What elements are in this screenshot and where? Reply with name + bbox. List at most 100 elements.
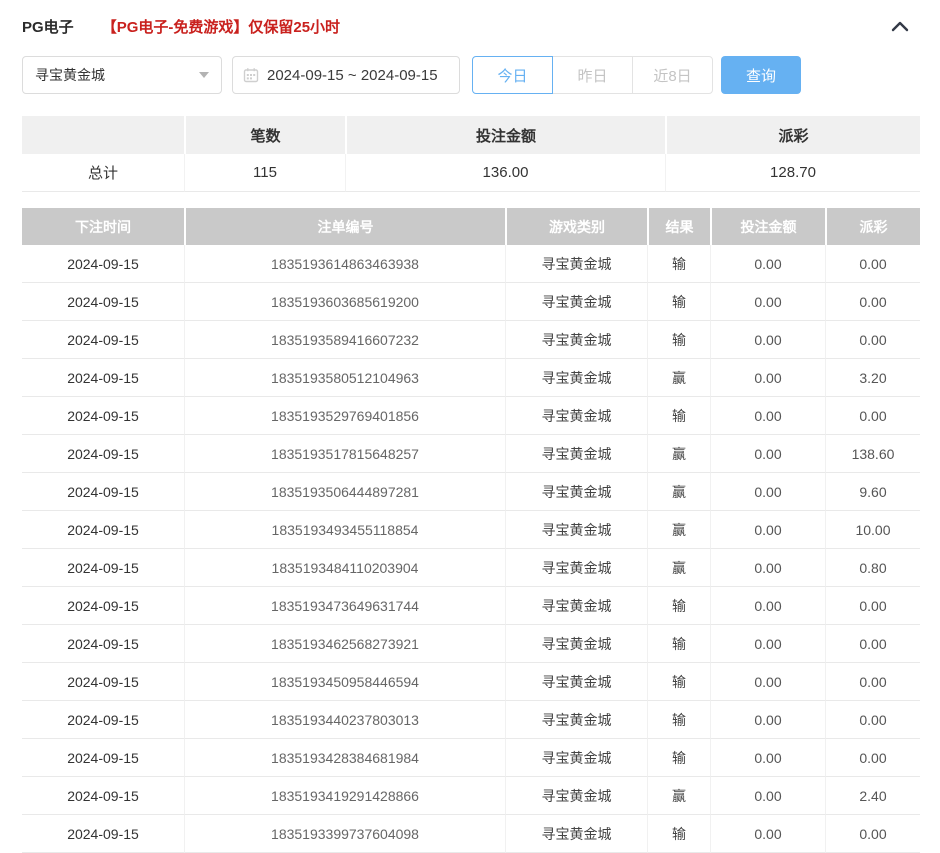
cell-bet-amount: 0.00 — [710, 473, 825, 511]
col-bet-amount: 投注金额 — [710, 208, 825, 245]
cell-bet-amount: 0.00 — [710, 511, 825, 549]
cell-bet-amount: 0.00 — [710, 435, 825, 473]
table-row: 2024-09-15 1835193603685619200 寻宝黄金城 输 0… — [22, 283, 920, 321]
summary-col-count: 笔数 — [184, 116, 345, 154]
cell-order-id: 1835193493455118854 — [184, 511, 505, 549]
summary-total-row: 总计 115 136.00 128.70 — [22, 154, 920, 192]
cell-order-id: 1835193419291428866 — [184, 777, 505, 815]
cell-bet-amount: 0.00 — [710, 777, 825, 815]
today-button[interactable]: 今日 — [472, 56, 553, 94]
table-row: 2024-09-15 1835193580512104963 寻宝黄金城 赢 0… — [22, 359, 920, 397]
cell-result: 输 — [647, 245, 710, 283]
query-button[interactable]: 查询 — [721, 56, 801, 94]
cell-bet-amount: 0.00 — [710, 359, 825, 397]
table-row: 2024-09-15 1835193614863463938 寻宝黄金城 输 0… — [22, 245, 920, 283]
col-payout: 派彩 — [825, 208, 920, 245]
cell-game-type: 寻宝黄金城 — [505, 473, 647, 511]
cell-bet-amount: 0.00 — [710, 549, 825, 587]
cell-bet-amount: 0.00 — [710, 587, 825, 625]
cell-payout: 0.00 — [825, 739, 920, 777]
cell-bet-time: 2024-09-15 — [22, 739, 184, 777]
cell-bet-time: 2024-09-15 — [22, 777, 184, 815]
cell-payout: 0.80 — [825, 549, 920, 587]
cell-payout: 0.00 — [825, 663, 920, 701]
bet-table-body: 2024-09-15 1835193614863463938 寻宝黄金城 输 0… — [22, 245, 920, 853]
cell-bet-amount: 0.00 — [710, 245, 825, 283]
cell-bet-amount: 0.00 — [710, 815, 825, 853]
table-row: 2024-09-15 1835193517815648257 寻宝黄金城 赢 0… — [22, 435, 920, 473]
cell-bet-time: 2024-09-15 — [22, 587, 184, 625]
cell-order-id: 1835193440237803013 — [184, 701, 505, 739]
cell-order-id: 1835193580512104963 — [184, 359, 505, 397]
cell-result: 赢 — [647, 777, 710, 815]
cell-game-type: 寻宝黄金城 — [505, 511, 647, 549]
col-result: 结果 — [647, 208, 710, 245]
cell-game-type: 寻宝黄金城 — [505, 815, 647, 853]
cell-game-type: 寻宝黄金城 — [505, 549, 647, 587]
date-range-input[interactable]: 2024-09-15 ~ 2024-09-15 — [232, 56, 460, 94]
summary-total-bet-amount: 136.00 — [345, 154, 665, 192]
table-row: 2024-09-15 1835193473649631744 寻宝黄金城 输 0… — [22, 587, 920, 625]
collapse-button[interactable] — [888, 14, 912, 38]
table-row: 2024-09-15 1835193462568273921 寻宝黄金城 输 0… — [22, 625, 920, 663]
table-row: 2024-09-15 1835193506444897281 寻宝黄金城 赢 0… — [22, 473, 920, 511]
table-row: 2024-09-15 1835193484110203904 寻宝黄金城 赢 0… — [22, 549, 920, 587]
cell-payout: 0.00 — [825, 625, 920, 663]
game-select[interactable]: 寻宝黄金城 — [22, 56, 222, 94]
cell-result: 输 — [647, 397, 710, 435]
cell-result: 输 — [647, 283, 710, 321]
summary-total-payout: 128.70 — [665, 154, 920, 192]
cell-game-type: 寻宝黄金城 — [505, 587, 647, 625]
cell-payout: 0.00 — [825, 397, 920, 435]
cell-order-id: 1835193517815648257 — [184, 435, 505, 473]
summary-total-label: 总计 — [22, 154, 184, 192]
cell-payout: 0.00 — [825, 283, 920, 321]
table-row: 2024-09-15 1835193440237803013 寻宝黄金城 输 0… — [22, 701, 920, 739]
table-row: 2024-09-15 1835193428384681984 寻宝黄金城 输 0… — [22, 739, 920, 777]
titlebar: PG电子 【PG电子-免费游戏】仅保留25小时 — [22, 0, 920, 36]
cell-game-type: 寻宝黄金城 — [505, 739, 647, 777]
summary-col-bet-amount: 投注金额 — [345, 116, 665, 154]
cell-game-type: 寻宝黄金城 — [505, 701, 647, 739]
cell-result: 输 — [647, 321, 710, 359]
yesterday-button[interactable]: 昨日 — [552, 56, 633, 94]
table-row: 2024-09-15 1835193493455118854 寻宝黄金城 赢 0… — [22, 511, 920, 549]
cell-result: 输 — [647, 815, 710, 853]
last-8-days-button[interactable]: 近8日 — [632, 56, 713, 94]
cell-order-id: 1835193450958446594 — [184, 663, 505, 701]
cell-bet-time: 2024-09-15 — [22, 815, 184, 853]
summary-table: 笔数 投注金额 派彩 总计 115 136.00 128.70 — [22, 116, 920, 192]
cell-bet-amount: 0.00 — [710, 739, 825, 777]
cell-bet-amount: 0.00 — [710, 701, 825, 739]
cell-result: 输 — [647, 587, 710, 625]
cell-game-type: 寻宝黄金城 — [505, 283, 647, 321]
cell-game-type: 寻宝黄金城 — [505, 245, 647, 283]
cell-bet-amount: 0.00 — [710, 283, 825, 321]
cell-payout: 0.00 — [825, 245, 920, 283]
cell-game-type: 寻宝黄金城 — [505, 435, 647, 473]
cell-payout: 0.00 — [825, 815, 920, 853]
table-row: 2024-09-15 1835193399737604098 寻宝黄金城 输 0… — [22, 815, 920, 853]
cell-bet-time: 2024-09-15 — [22, 701, 184, 739]
cell-bet-amount: 0.00 — [710, 663, 825, 701]
cell-result: 赢 — [647, 435, 710, 473]
cell-bet-amount: 0.00 — [710, 397, 825, 435]
cell-bet-time: 2024-09-15 — [22, 283, 184, 321]
summary-total-count: 115 — [184, 154, 345, 192]
cell-order-id: 1835193399737604098 — [184, 815, 505, 853]
table-row: 2024-09-15 1835193529769401856 寻宝黄金城 输 0… — [22, 397, 920, 435]
cell-bet-time: 2024-09-15 — [22, 359, 184, 397]
quick-range-group: 今日 昨日 近8日 — [472, 56, 713, 94]
cell-payout: 138.60 — [825, 435, 920, 473]
cell-result: 输 — [647, 663, 710, 701]
cell-order-id: 1835193473649631744 — [184, 587, 505, 625]
cell-payout: 10.00 — [825, 511, 920, 549]
summary-header-row: 笔数 投注金额 派彩 — [22, 116, 920, 154]
cell-game-type: 寻宝黄金城 — [505, 359, 647, 397]
cell-game-type: 寻宝黄金城 — [505, 625, 647, 663]
cell-result: 赢 — [647, 549, 710, 587]
cell-result: 赢 — [647, 473, 710, 511]
summary-col-blank — [22, 116, 184, 154]
cell-game-type: 寻宝黄金城 — [505, 663, 647, 701]
cell-order-id: 1835193529769401856 — [184, 397, 505, 435]
